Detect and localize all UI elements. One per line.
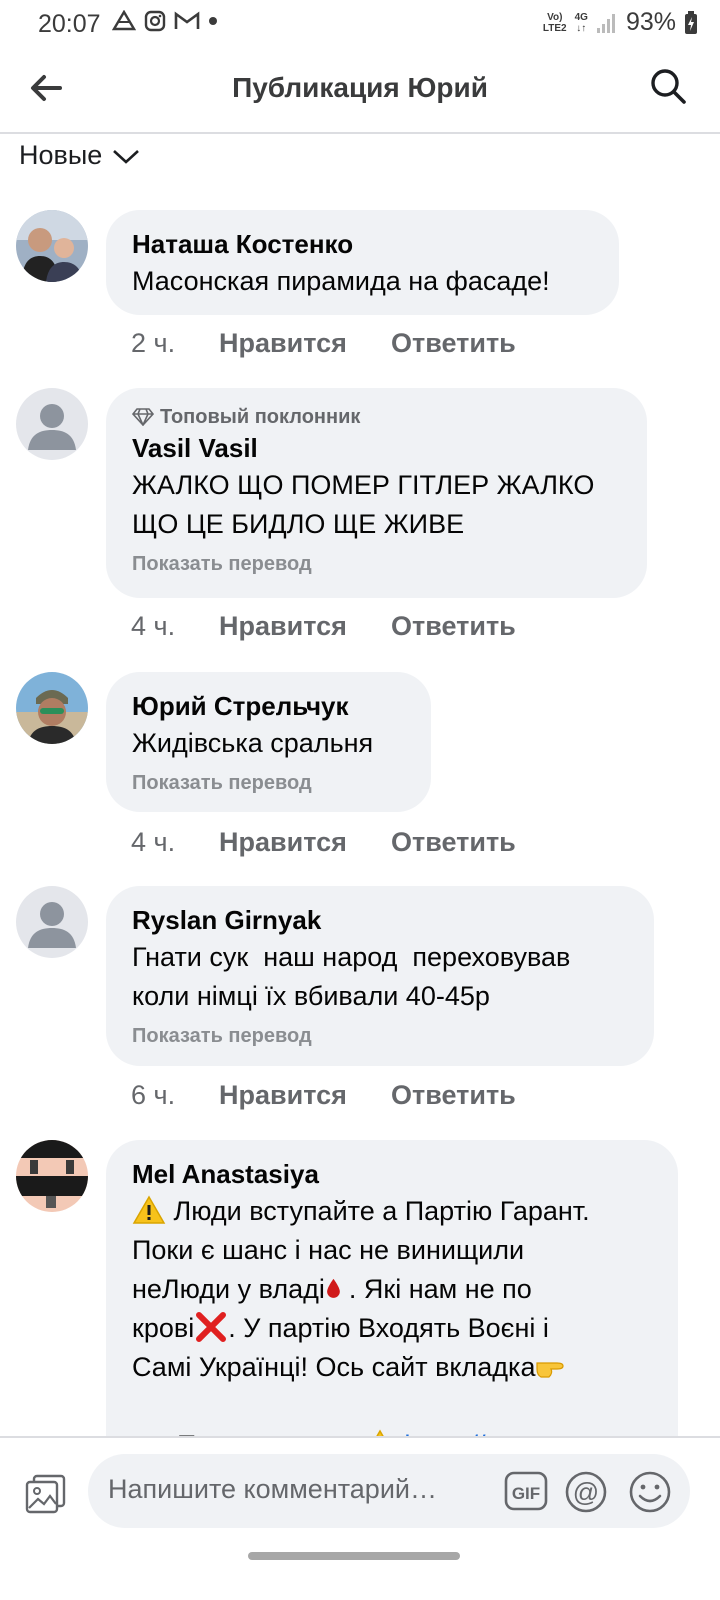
volte-indicator: Vo) LTE2 <box>542 11 567 34</box>
comment-text: Масонская пирамида на фасаде! <box>132 266 550 296</box>
battery-percent: 93% <box>625 8 676 36</box>
comment-bubble[interactable]: Топовый поклонник Vasil Vasil ЖАЛКО ЩО П… <box>106 388 647 598</box>
signal-icon <box>596 13 615 33</box>
warning-icon <box>132 1195 166 1224</box>
like-button[interactable]: Нравится <box>219 328 391 359</box>
profile-photo-icon <box>16 672 88 744</box>
status-bar: 20:07 Vo) LTE2 4G ↓↑ 93% <box>0 0 720 48</box>
comment-input[interactable]: Напишите комментарий… GIF @ <box>88 1454 690 1528</box>
comment-author[interactable]: Юрий Стрельчук <box>132 688 405 724</box>
drive-icon <box>112 10 136 31</box>
comment-author[interactable]: Vasil Vasil <box>132 430 621 466</box>
instagram-icon <box>144 10 166 32</box>
comment-time[interactable]: 4 ч. <box>131 611 219 642</box>
gif-button[interactable]: GIF <box>504 1470 548 1512</box>
comment-actions: 6 ч. Нравится Ответить <box>131 1080 516 1111</box>
comment-text-line: коли німці їх вбивали 40-45р <box>132 981 490 1011</box>
battery-charging-icon <box>685 10 697 34</box>
show-translation-link[interactable]: Показать перевод <box>132 550 621 578</box>
top-fan-badge: Топовый поклонник <box>132 404 621 430</box>
default-avatar-icon <box>16 388 88 460</box>
top-app-bar: Публикация Юрий <box>0 48 720 134</box>
reply-button[interactable]: Ответить <box>391 827 516 858</box>
page-title: Публикация Юрий <box>232 72 488 103</box>
comment-author[interactable]: Mel Anastasiya <box>132 1156 652 1192</box>
comment-composer: Напишите комментарий… GIF @ <box>0 1436 720 1600</box>
reply-button[interactable]: Ответить <box>391 611 516 642</box>
smiley-icon <box>629 1471 671 1513</box>
avatar[interactable] <box>16 886 88 958</box>
reply-button[interactable]: Ответить <box>391 1080 516 1111</box>
comment-text-line: неЛюди у владі. Які нам не по <box>132 1274 532 1304</box>
more-notifications-dot-icon <box>209 17 217 25</box>
cross-mark-icon <box>196 1312 227 1342</box>
comment-text-line: Поки є шанс і нас не винищили <box>132 1235 525 1265</box>
comment-text-line: Гнати сук наш народ переховував <box>132 942 571 972</box>
gmail-icon <box>174 11 200 29</box>
avatar[interactable] <box>16 388 88 460</box>
show-translation-link[interactable]: Показать перевод <box>132 1022 628 1050</box>
network-type-indicator: 4G ↓↑ <box>574 11 588 34</box>
comment-text-line: Самі Українці! Ось сайт вкладка <box>132 1348 652 1387</box>
avatar[interactable] <box>16 1140 88 1212</box>
like-button[interactable]: Нравится <box>219 827 391 858</box>
comment-actions: 4 ч. Нравится Ответить <box>131 827 516 858</box>
comment-time[interactable]: 6 ч. <box>131 1080 219 1111</box>
pointing-right-icon <box>536 1362 565 1378</box>
comment-text-line: ЖАЛКО ЩО ПОМЕР ГІТЛЕР ЖАЛКО <box>132 470 595 500</box>
comment-author[interactable]: Наташа Костенко <box>132 226 593 262</box>
status-time: 20:07 <box>38 10 101 38</box>
comment-bubble[interactable]: Ryslan Girnyak Гнати сук наш народ перех… <box>106 886 654 1066</box>
comment-input-placeholder: Напишите комментарий… <box>108 1474 437 1504</box>
comment-text-line: Люди вступайте а Партію Гарант. <box>132 1192 652 1231</box>
comment-time[interactable]: 2 ч. <box>131 328 219 359</box>
comment-bubble[interactable]: Юрий Стрельчук Жидівська сральня Показат… <box>106 672 431 812</box>
profile-photo-icon <box>16 210 88 282</box>
emoji-button[interactable] <box>628 1470 672 1514</box>
chevron-down-icon <box>113 149 140 164</box>
status-right: Vo) LTE2 4G ↓↑ 93% <box>543 8 698 37</box>
default-avatar-icon <box>16 886 88 958</box>
sort-dropdown[interactable]: Новые <box>19 140 140 171</box>
search-button[interactable] <box>648 66 688 106</box>
svg-text:@: @ <box>573 1477 599 1507</box>
notification-icons <box>112 10 218 32</box>
comment-bubble[interactable]: Mel Anastasiya Люди вступайте а Партію Г… <box>106 1140 678 1480</box>
avatar[interactable] <box>16 210 88 282</box>
photo-icon <box>25 1474 66 1514</box>
reply-button[interactable]: Ответить <box>391 328 516 359</box>
comment-actions: 2 ч. Нравится Ответить <box>131 328 516 359</box>
avatar[interactable] <box>16 672 88 744</box>
diamond-icon <box>132 408 154 426</box>
svg-text:GIF: GIF <box>512 1484 540 1503</box>
at-sign-icon: @ <box>565 1471 607 1513</box>
search-icon <box>651 69 686 104</box>
comment-author[interactable]: Ryslan Girnyak <box>132 902 628 938</box>
comment-bubble[interactable]: Наташа Костенко Масонская пирамида на фа… <box>106 210 619 315</box>
profile-photo-icon <box>16 1140 88 1212</box>
gesture-home-bar[interactable] <box>248 1552 460 1560</box>
comment-text: Жидівська сральня <box>132 728 374 758</box>
blood-drop-icon <box>327 1278 340 1298</box>
comment-actions: 4 ч. Нравится Ответить <box>131 611 516 642</box>
like-button[interactable]: Нравится <box>219 611 391 642</box>
comment-text-line: ЩО ЦЕ БИДЛО ЩЕ ЖИВЕ <box>132 509 465 539</box>
mention-button[interactable]: @ <box>564 1470 608 1514</box>
sort-label: Новые <box>19 140 103 170</box>
show-translation-link[interactable]: Показать перевод <box>132 769 405 797</box>
like-button[interactable]: Нравится <box>219 1080 391 1111</box>
add-photo-button[interactable] <box>24 1472 68 1516</box>
comment-text-line: крові. У партію Входять Воєні і <box>132 1312 549 1343</box>
gif-icon: GIF <box>504 1471 548 1511</box>
comment-time[interactable]: 4 ч. <box>131 827 219 858</box>
